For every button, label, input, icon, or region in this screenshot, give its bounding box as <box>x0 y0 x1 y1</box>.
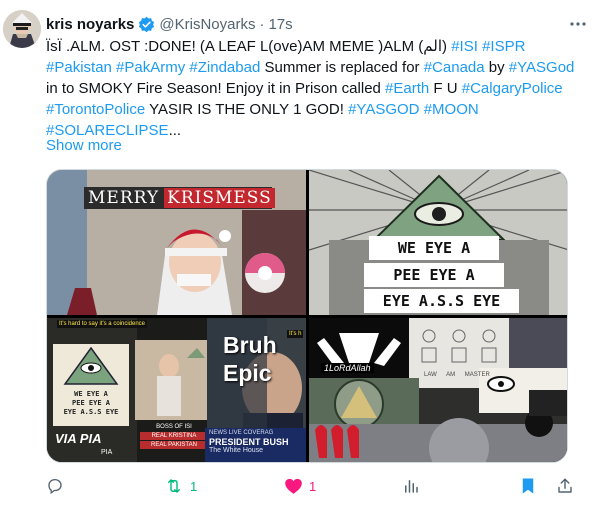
meme-line-2: PEE EYE A <box>364 263 504 287</box>
share-button[interactable] <box>556 472 574 500</box>
heart-icon <box>285 478 302 494</box>
mini-line-1: WE EYE A <box>74 390 108 398</box>
pia-logo-text: PIA <box>101 449 113 456</box>
bruh-epic-text: Bruh Epic <box>223 331 277 387</box>
caption-strip-2: It's h <box>287 330 304 338</box>
bookmark-button[interactable] <box>520 472 536 500</box>
master-label: MASTER <box>464 372 490 378</box>
white-house-label: The White House <box>209 447 264 454</box>
media-grid: MERRY KRISMESS WE EYE A PEE EYE A EYE A.… <box>46 169 568 463</box>
media-image-2[interactable]: WE EYE A PEE EYE A EYE A.S.S EYE <box>309 170 567 315</box>
show-more-link[interactable]: Show more <box>46 137 122 154</box>
author-handle[interactable]: @KrisNoyarks <box>159 16 255 33</box>
collage-2-background <box>309 318 567 462</box>
more-icon <box>570 22 586 26</box>
tweet-text-segment: F U <box>429 80 462 97</box>
tweet-text-segment: Summer is replaced for <box>260 59 424 76</box>
hashtag-link[interactable]: #Zindabad <box>189 59 260 76</box>
bruh-word: Bruh <box>223 332 277 358</box>
law-label: LAW <box>424 372 437 378</box>
media-image-1[interactable]: MERRY KRISMESS <box>47 170 306 315</box>
meme-line-1: WE EYE A <box>369 236 499 260</box>
more-options-button[interactable] <box>566 12 590 36</box>
banner-merry: MERRY <box>88 188 160 208</box>
hashtag-link[interactable]: #ISI <box>451 38 478 55</box>
am-label: AM <box>446 372 456 378</box>
mini-pyramid-eye <box>63 346 119 385</box>
tweet-card[interactable]: kris noyarks @KrisNoyarks · 17s ÏsÏ .ALM… <box>0 0 600 512</box>
hashtag-link[interactable]: #CalgaryPolice <box>462 80 563 97</box>
hashtag-link[interactable]: #MOON <box>424 101 479 118</box>
hashtag-link[interactable]: #YASGod <box>509 59 575 76</box>
separator-dot: · <box>259 15 265 33</box>
via-pia-text: VIA PIA <box>55 431 102 446</box>
hashtag-link[interactable]: #ISPR <box>482 38 525 55</box>
bookmark-icon <box>522 478 534 494</box>
news-lower-third: NEWS LIVE COVERAG PRESIDENT BUSH The Whi… <box>205 428 306 462</box>
media-image-3[interactable]: It's hard to say it's a coincidence It's… <box>47 318 306 462</box>
tweet-text-segment: ÏsÏ .ALM. OST :DONE! (A LEAF L(ove)AM ME… <box>46 38 452 55</box>
views-button[interactable] <box>402 472 426 500</box>
tweet-header: kris noyarks @KrisNoyarks · 17s <box>46 14 293 34</box>
share-icon <box>558 478 572 493</box>
like-count: 1 <box>309 478 317 494</box>
retweet-button[interactable]: 1 <box>164 472 197 500</box>
tweet-text-segment: ... <box>168 122 182 139</box>
caption-strip: It's hard to say it's a coincidence <box>57 320 148 328</box>
tweet-actions: 1 1 <box>46 472 576 500</box>
reply-button[interactable] <box>46 472 70 500</box>
boss-label: BOSS OF ISI <box>156 424 192 430</box>
mini-line-3: EYE A.S.S EYE <box>63 408 119 416</box>
merry-krismess-banner: MERRY KRISMESS <box>84 187 275 209</box>
mini-line-2: PEE EYE A <box>72 399 110 407</box>
lordallah-label: 1LoRdAllah <box>321 363 374 373</box>
real-kristina-label: REAL KRISTINA <box>140 432 208 440</box>
tweet-text-segment: in to SMOKY Fire Season! Enjoy it in Pri… <box>46 80 386 97</box>
meme-line-3: EYE A.S.S EYE <box>364 289 519 313</box>
president-bush-label: PRESIDENT BUSH <box>209 437 289 447</box>
epic-word: Epic <box>223 360 272 386</box>
tweet-text-segment: YASIR IS THE ONLY 1 GOD! <box>145 101 349 118</box>
banner-krismess: KRISMESS <box>164 188 275 208</box>
analytics-icon <box>405 480 418 493</box>
tweet-text-segment: by <box>484 59 509 76</box>
hashtag-link[interactable]: #TorontoPolice <box>46 101 145 118</box>
tweet-text: ÏsÏ .ALM. OST :DONE! (A LEAF L(ove)AM ME… <box>46 36 576 141</box>
real-pakistan-label: REAL PAKISTAN <box>140 441 208 449</box>
retweet-count: 1 <box>190 478 198 494</box>
hashtag-link[interactable]: #Earth <box>385 80 429 97</box>
like-button[interactable]: 1 <box>284 472 316 500</box>
retweet-icon <box>168 479 180 493</box>
news-live-label: NEWS LIVE COVERAG <box>209 430 274 436</box>
timestamp[interactable]: 17s <box>268 16 292 33</box>
hashtag-link[interactable]: #Pakistan <box>46 59 112 76</box>
mini-meme: WE EYE A PEE EYE A EYE A.S.S EYE <box>53 344 129 426</box>
hashtag-link[interactable]: #Canada <box>424 59 485 76</box>
hashtag-link[interactable]: #PakArmy <box>116 59 185 76</box>
reply-icon <box>48 478 62 495</box>
author-name[interactable]: kris noyarks <box>46 16 134 33</box>
law-am-master-labels: LAW AM MASTER <box>424 372 498 378</box>
avatar[interactable] <box>3 10 41 48</box>
hashtag-link[interactable]: #YASGOD <box>348 101 419 118</box>
media-image-4[interactable]: 1LoRdAllah LAW AM MASTER <box>309 318 567 462</box>
verified-badge-icon <box>139 16 155 32</box>
boss-of-isi-caption: BOSS OF ISI REAL KRISTINA REAL PAKISTAN <box>140 423 208 449</box>
